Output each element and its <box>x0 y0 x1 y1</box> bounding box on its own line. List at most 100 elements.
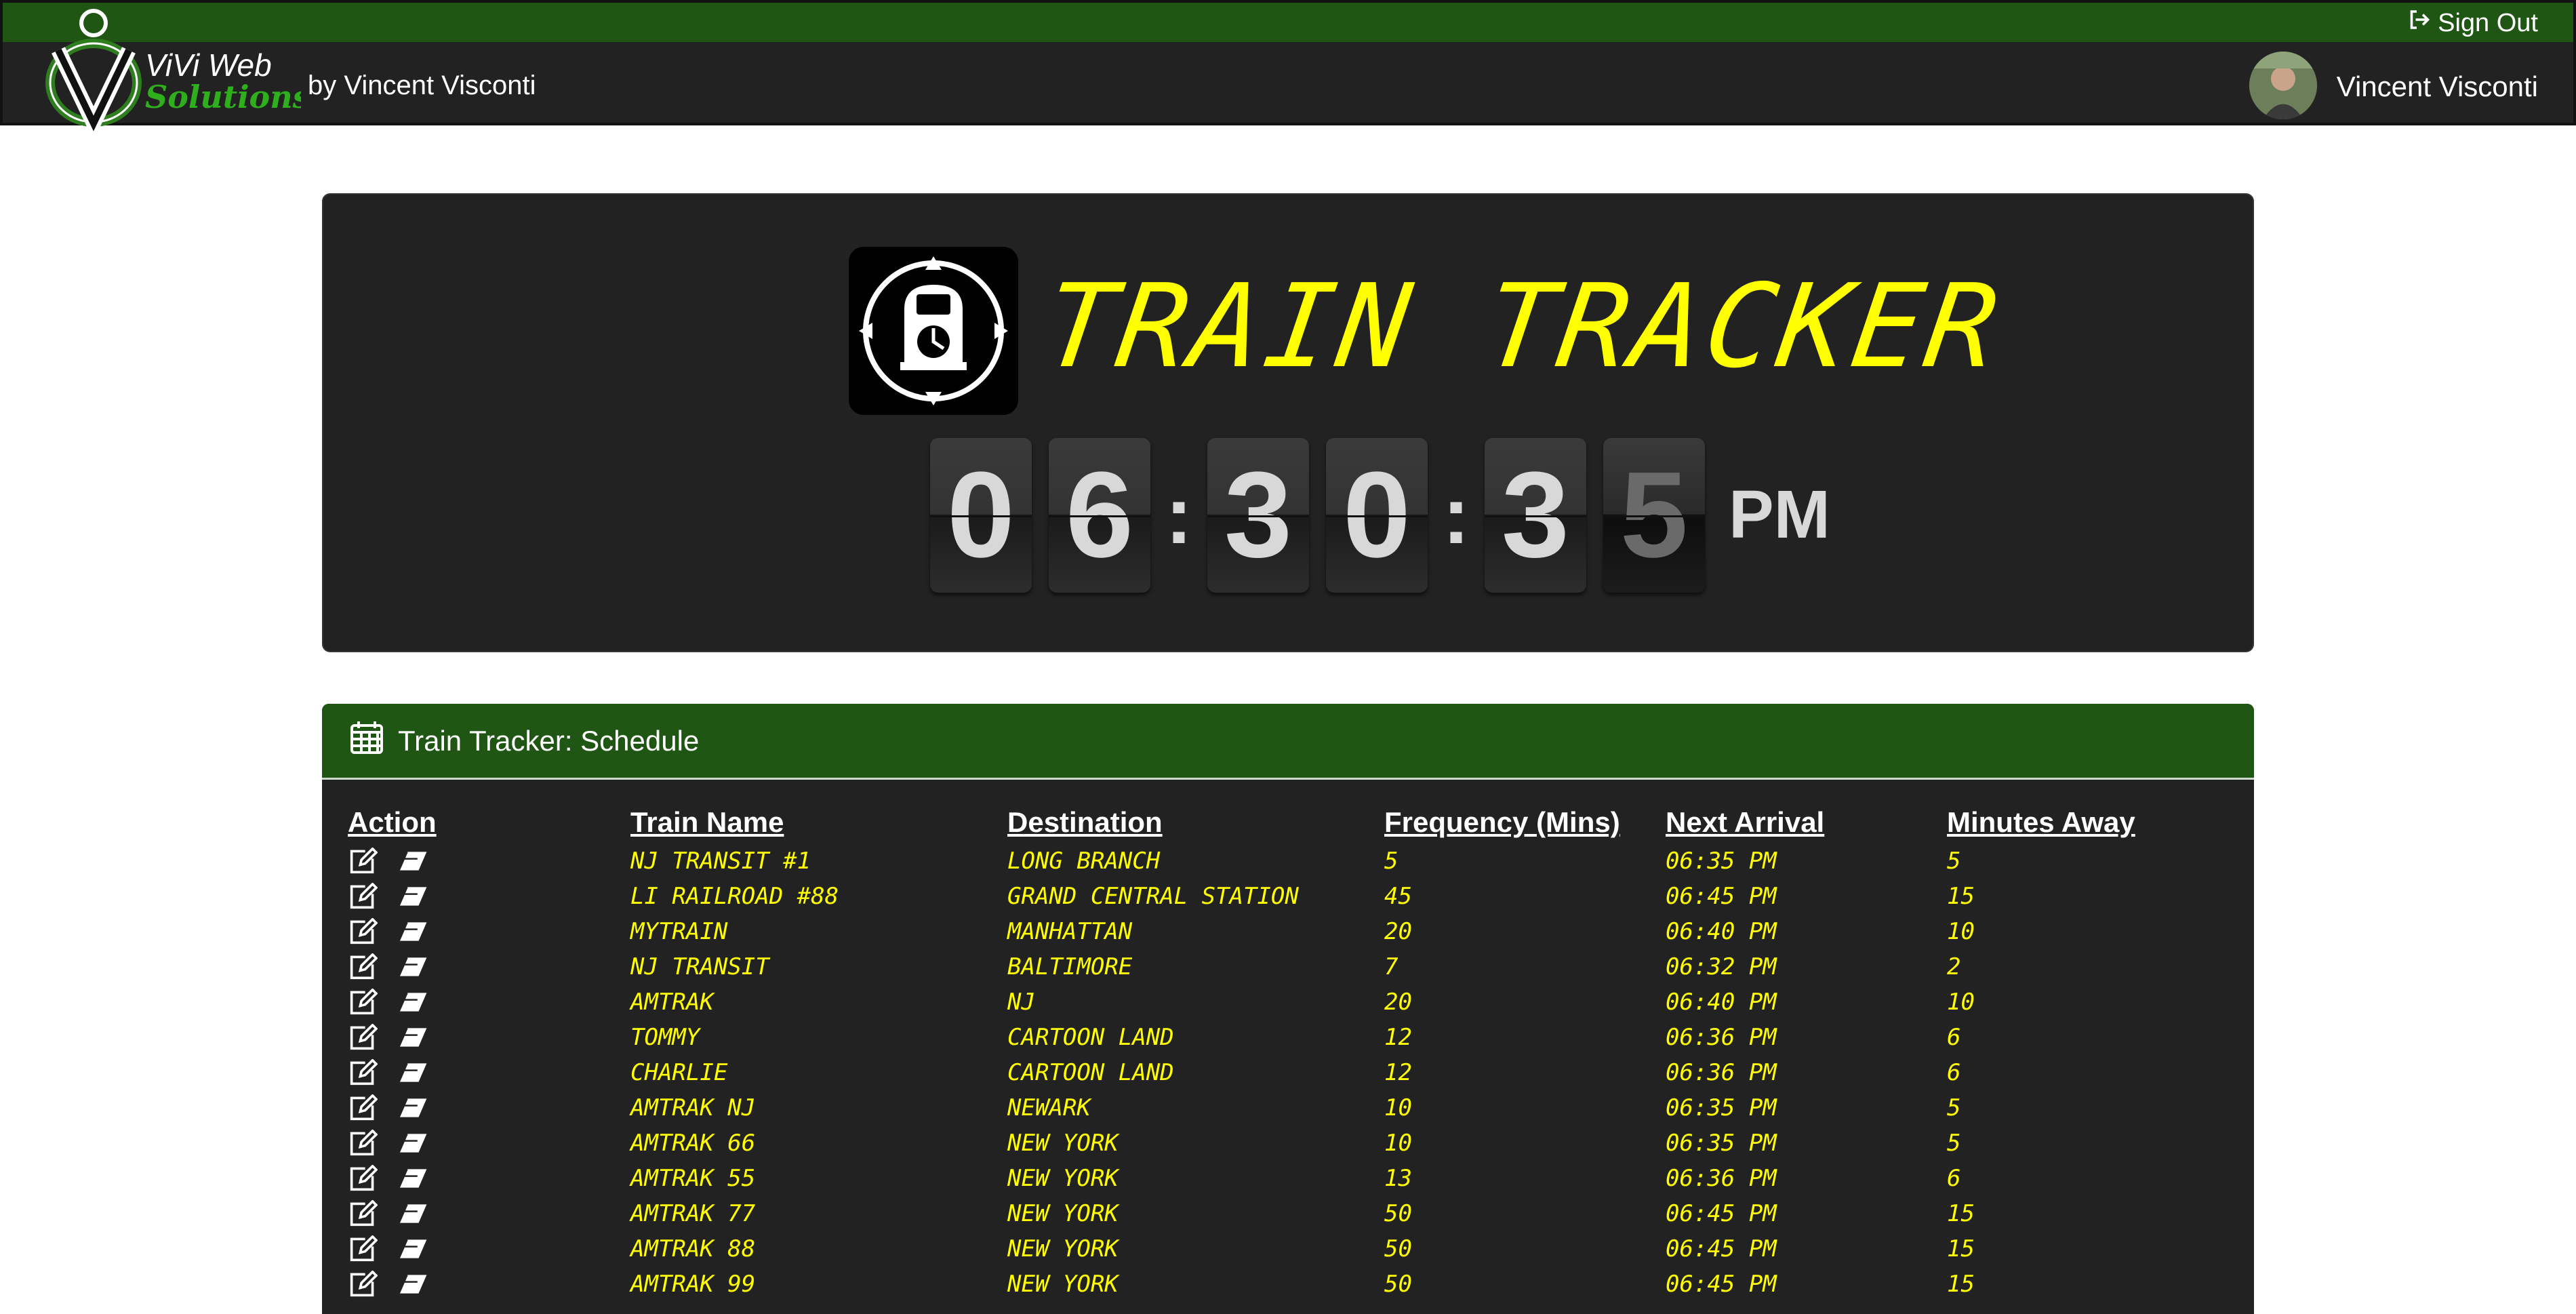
frequency-cell: 12 <box>1384 1024 1412 1051</box>
minutes-away-cell: 10 <box>1947 989 1975 1016</box>
table-row: Amtrak 55 New York 13 06:36 PM 6 <box>348 1161 2232 1196</box>
train-icon <box>849 247 1018 415</box>
clock-digit-hour-tens: 0 <box>930 437 1032 593</box>
edit-icon[interactable] <box>348 883 378 910</box>
frequency-cell: 10 <box>1384 1130 1412 1157</box>
frequency-cell: 7 <box>1384 953 1398 980</box>
table-row: NJ Transit #1 Long Branch 5 06:35 PM 5 <box>348 843 2232 879</box>
vivi-logo[interactable]: ViVi Web Solutions <box>43 3 310 141</box>
table-row: MyTrain Manhattan 20 06:40 PM 10 <box>348 914 2232 949</box>
clock-digit-minute-ones: 0 <box>1325 437 1428 593</box>
frequency-cell: 50 <box>1384 1271 1412 1298</box>
eraser-icon[interactable] <box>397 850 429 873</box>
train-name-cell: NJ Transit <box>630 953 769 980</box>
sign-out-icon <box>2407 7 2431 39</box>
eraser-icon[interactable] <box>397 1026 429 1049</box>
table-row: Amtrak NJ Newark 10 06:35 PM 5 <box>348 1090 2232 1126</box>
hero-panel: TRAIN TRACKER 0 6 : 3 0 : 3 5 PM <box>322 193 2254 652</box>
eraser-icon[interactable] <box>397 1273 429 1296</box>
clock-ampm: PM <box>1728 477 1830 553</box>
clock-digit-second-ones: 5 <box>1603 437 1705 593</box>
top-navbar: Sign Out ViVi Web Solutions by Vincent V… <box>0 0 2576 141</box>
eraser-icon[interactable] <box>397 955 429 978</box>
destination-cell: New York <box>1007 1200 1119 1227</box>
train-name-cell: Charlie <box>630 1059 728 1086</box>
frequency-cell: 5 <box>1384 848 1398 875</box>
edit-icon[interactable] <box>348 1130 378 1157</box>
col-header-action: Action <box>348 806 437 838</box>
action-cell <box>348 949 630 984</box>
eraser-icon[interactable] <box>397 1096 429 1119</box>
destination-cell: Grand Central Station <box>1007 883 1299 910</box>
schedule-header: Train Tracker: Schedule <box>322 704 2254 780</box>
clock-colon: : <box>1442 469 1470 561</box>
frequency-cell: 20 <box>1384 918 1412 945</box>
col-header-frequency: Frequency (Mins) <box>1384 806 1620 838</box>
action-cell <box>348 879 630 914</box>
eraser-icon[interactable] <box>397 885 429 908</box>
table-header-row: Action Train Name Destination Frequency … <box>348 805 2232 843</box>
edit-icon[interactable] <box>348 1024 378 1051</box>
next-arrival-cell: 06:32 PM <box>1666 953 1777 980</box>
table-row: Amtrak 77 New York 50 06:45 PM 15 <box>348 1196 2232 1231</box>
eraser-icon[interactable] <box>397 1202 429 1225</box>
destination-cell: Cartoon Land <box>1007 1059 1174 1086</box>
action-cell <box>348 1126 630 1161</box>
train-name-cell: Amtrak 66 <box>630 1130 756 1157</box>
minutes-away-cell: 2 <box>1947 953 1961 980</box>
edit-icon[interactable] <box>348 1235 378 1262</box>
next-arrival-cell: 06:45 PM <box>1666 883 1777 910</box>
edit-icon[interactable] <box>348 1271 378 1298</box>
train-name-cell: Tommy <box>630 1024 700 1051</box>
eraser-icon[interactable] <box>397 1167 429 1190</box>
col-header-next-arrival: Next Arrival <box>1666 806 1825 838</box>
frequency-cell: 50 <box>1384 1235 1412 1262</box>
table-row: Amtrak NJ 20 06:40 PM 10 <box>348 984 2232 1020</box>
schedule-title: Train Tracker: Schedule <box>398 724 700 757</box>
minutes-away-cell: 15 <box>1947 1200 1975 1227</box>
edit-icon[interactable] <box>348 918 378 945</box>
eraser-icon[interactable] <box>397 1132 429 1155</box>
frequency-cell: 13 <box>1384 1165 1412 1192</box>
destination-cell: NJ <box>1007 989 1035 1016</box>
train-name-cell: LI Railroad #88 <box>630 883 839 910</box>
eraser-icon[interactable] <box>397 1061 429 1084</box>
table-row: Amtrak 88 New York 50 06:45 PM 15 <box>348 1231 2232 1267</box>
minutes-away-cell: 15 <box>1947 1235 1975 1262</box>
eraser-icon[interactable] <box>397 920 429 943</box>
schedule-panel: Train Tracker: Schedule Action Train Nam… <box>322 704 2254 1314</box>
edit-icon[interactable] <box>348 848 378 875</box>
table-row: NJ Transit Baltimore 7 06:32 PM 2 <box>348 949 2232 984</box>
action-cell <box>348 1020 630 1055</box>
edit-icon[interactable] <box>348 1165 378 1192</box>
minutes-away-cell: 15 <box>1947 1271 1975 1298</box>
next-arrival-cell: 06:35 PM <box>1666 1094 1777 1121</box>
edit-icon[interactable] <box>348 1094 378 1121</box>
minutes-away-cell: 5 <box>1947 1130 1961 1157</box>
action-cell <box>348 914 630 949</box>
destination-cell: Long Branch <box>1007 848 1161 875</box>
eraser-icon[interactable] <box>397 991 429 1014</box>
next-arrival-cell: 06:45 PM <box>1666 1271 1777 1298</box>
calendar-icon <box>348 719 386 763</box>
edit-icon[interactable] <box>348 1059 378 1086</box>
edit-icon[interactable] <box>348 953 378 980</box>
table-row: Tommy Cartoon Land 12 06:36 PM 6 <box>348 1020 2232 1055</box>
col-header-minutes-away: Minutes Away <box>1947 806 2135 838</box>
frequency-cell: 20 <box>1384 989 1412 1016</box>
sign-out-button[interactable]: Sign Out <box>2407 9 2538 37</box>
frequency-cell: 10 <box>1384 1094 1412 1121</box>
train-name-cell: Amtrak 55 <box>630 1165 756 1192</box>
username[interactable]: Vincent Visconti <box>2337 71 2538 103</box>
action-cell <box>348 1267 630 1302</box>
frequency-cell: 12 <box>1384 1059 1412 1086</box>
edit-icon[interactable] <box>348 989 378 1016</box>
next-arrival-cell: 06:36 PM <box>1666 1059 1777 1086</box>
action-cell <box>348 1055 630 1090</box>
eraser-icon[interactable] <box>397 1237 429 1260</box>
user-avatar[interactable] <box>2249 52 2317 119</box>
next-arrival-cell: 06:40 PM <box>1666 989 1777 1016</box>
train-name-cell: NJ Transit #1 <box>630 848 811 875</box>
frequency-cell: 50 <box>1384 1200 1412 1227</box>
edit-icon[interactable] <box>348 1200 378 1227</box>
